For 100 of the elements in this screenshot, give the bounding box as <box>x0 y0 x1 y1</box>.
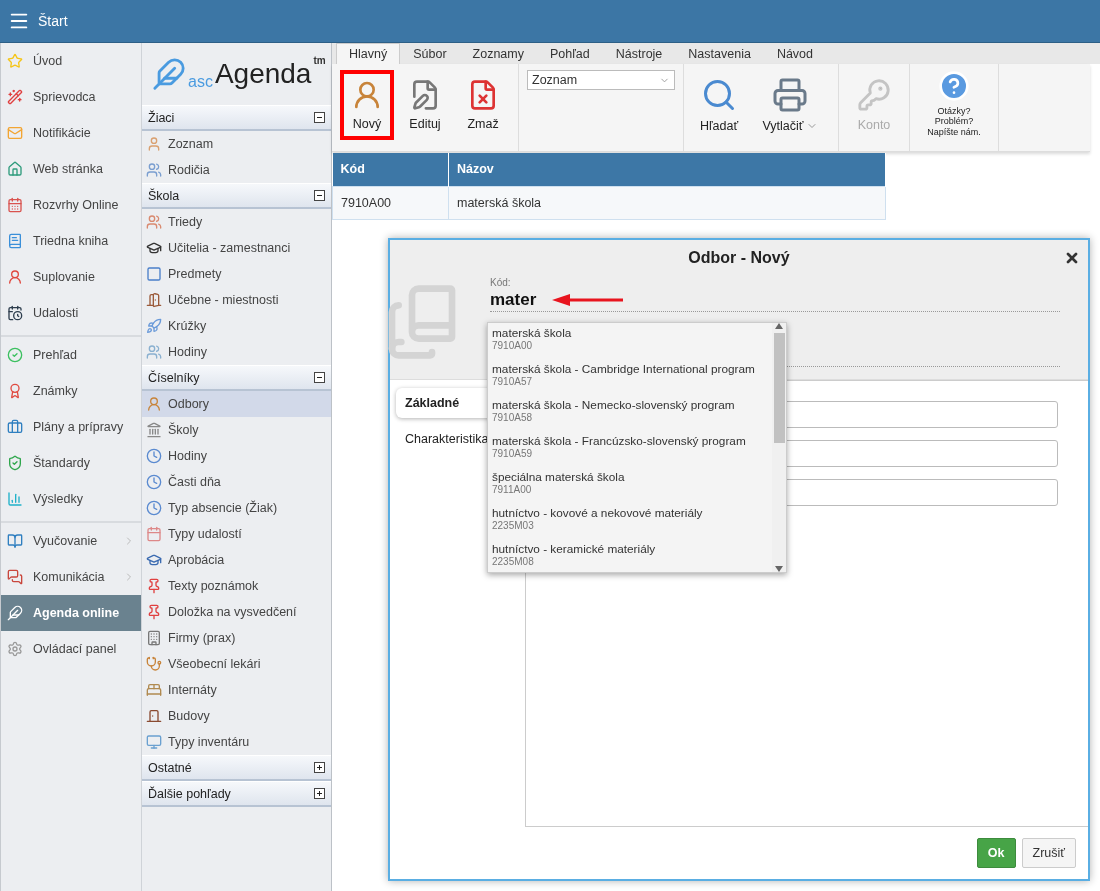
nav-item[interactable]: Udalosti <box>1 295 141 331</box>
sidebar-item[interactable]: Typy udalostí <box>142 521 331 547</box>
toolbar-button[interactable]: Vytlačiť <box>750 70 830 140</box>
nav-item[interactable]: Výsledky <box>1 481 141 517</box>
nav-item[interactable]: Štandardy <box>1 445 141 481</box>
suggestion-item[interactable]: materská škola - Francúzsko-slovenský program 7910A59 <box>488 431 772 467</box>
section-header[interactable]: Žiaci <box>142 105 331 131</box>
toolbar-button[interactable]: Nový <box>340 70 394 140</box>
person-icon <box>146 136 162 152</box>
check-circle-icon <box>7 347 23 363</box>
sidebar-item[interactable]: Zoznam <box>142 131 331 157</box>
nav-item[interactable]: Triedna kniha <box>1 223 141 259</box>
nav-item[interactable]: Ovládací panel <box>1 631 141 667</box>
key-icon <box>857 78 891 112</box>
suggestion-item[interactable]: špeciálna materská škola 7911A00 <box>488 467 772 503</box>
nav-item[interactable]: Suplovanie <box>1 259 141 295</box>
sidebar-item[interactable]: Budovy <box>142 703 331 729</box>
sidebar-item[interactable]: Učitelia - zamestnanci <box>142 235 331 261</box>
nav-item[interactable]: Prehľad <box>1 337 141 373</box>
nav-item[interactable]: Agenda online <box>1 595 141 631</box>
nav-item[interactable]: Sprievodca <box>1 79 141 115</box>
chat-icon <box>7 569 23 585</box>
nav-item[interactable]: Známky <box>1 373 141 409</box>
sidebar-item[interactable]: Odbory <box>142 391 331 417</box>
table-cell: materská škola <box>448 186 886 219</box>
sidebar-item[interactable]: Všeobecní lekári <box>142 651 331 677</box>
sidebar-item[interactable]: Aprobácia <box>142 547 331 573</box>
ribbon-tab[interactable]: Nastavenia <box>675 43 764 64</box>
nav-item[interactable]: Plány a prípravy <box>1 409 141 445</box>
section-header[interactable]: Ďalšie pohľady <box>142 781 331 807</box>
people-icon <box>146 162 162 178</box>
people-icon <box>146 344 162 360</box>
section-header[interactable]: Číselníky <box>142 365 331 391</box>
ribbon-tab[interactable]: Hlavný <box>336 43 401 64</box>
section-header[interactable]: Ostatné <box>142 755 331 781</box>
graduation-cap-icon <box>146 240 162 256</box>
expand-icon[interactable] <box>314 762 325 773</box>
people-icon <box>146 214 162 230</box>
sidebar-item[interactable]: Firmy (prax) <box>142 625 331 651</box>
computer-desk-icon <box>146 734 162 750</box>
ribbon-tab[interactable]: Zoznamy <box>459 43 537 64</box>
ribbon-tab[interactable]: Súbor <box>400 43 460 64</box>
column-header[interactable]: Názov <box>448 153 886 186</box>
sidebar-item[interactable]: Triedy <box>142 209 331 235</box>
sidebar-item[interactable]: Typ absencie (Žiak) <box>142 495 331 521</box>
nav-item[interactable]: Úvod <box>1 43 141 79</box>
sidebar-item[interactable]: Rodičia <box>142 157 331 183</box>
nav-item[interactable]: Vyučovanie <box>1 523 141 559</box>
code-field[interactable]: mater <box>490 288 1060 312</box>
sidebar-item[interactable]: Učebne - miestnosti <box>142 287 331 313</box>
sidebar-item[interactable]: Časti dňa <box>142 469 331 495</box>
expand-icon[interactable] <box>314 788 325 799</box>
nav-item[interactable]: Komunikácia <box>1 559 141 595</box>
award-icon <box>7 383 23 399</box>
clock-icon <box>146 500 162 516</box>
clock-icon <box>146 448 162 464</box>
section-header[interactable]: Škola <box>142 183 331 209</box>
dialog-title: Odbor - Nový <box>687 249 791 267</box>
toolbar-button[interactable]: Hľadať <box>692 70 746 140</box>
suggestion-item[interactable]: hutníctvo - kovové a nekovové materiály 2235M03 <box>488 503 772 539</box>
sidebar-item[interactable]: Krúžky <box>142 313 331 339</box>
suggestion-item[interactable]: hutníctvo - keramické materiály 2235M08 <box>488 539 772 572</box>
column-header[interactable]: Kód <box>332 153 449 186</box>
ribbon-tab[interactable]: Návod <box>763 43 826 64</box>
sidebar-item[interactable]: Školy <box>142 417 331 443</box>
collapse-icon[interactable] <box>314 372 325 383</box>
scroll-up-icon[interactable] <box>775 323 783 329</box>
sidebar-item[interactable]: Texty poznámok <box>142 573 331 599</box>
printer-icon <box>772 77 808 113</box>
calendar-icon <box>146 526 162 542</box>
view-select[interactable]: Zoznam <box>527 70 675 90</box>
settings-icon <box>7 641 23 657</box>
collapse-icon[interactable] <box>314 112 325 123</box>
scrollbar[interactable] <box>772 323 786 572</box>
toolbar-button[interactable]: Zmaž <box>456 70 510 140</box>
toolbar-button[interactable]: Edituj <box>398 70 452 140</box>
help-button[interactable]: Otázky? Problém? Napíšte nám. <box>918 70 990 138</box>
suggestion-item[interactable]: materská škola 7910A00 <box>488 323 772 359</box>
sidebar-item[interactable]: Typy inventáru <box>142 729 331 755</box>
sidebar-item[interactable]: Hodiny <box>142 443 331 469</box>
ribbon-tab[interactable]: Nástroje <box>602 43 676 64</box>
cancel-button[interactable]: Zrušiť <box>1021 838 1076 868</box>
building-icon <box>146 422 162 438</box>
sidebar-item[interactable]: Internáty <box>142 677 331 703</box>
close-icon[interactable] <box>1064 250 1080 266</box>
sidebar-item[interactable]: Hodiny <box>142 339 331 365</box>
collapse-icon[interactable] <box>314 190 325 201</box>
magnifier-icon <box>701 77 737 113</box>
building-icon <box>146 630 162 646</box>
pin-icon <box>146 578 162 594</box>
table-cell: 7910A00 <box>332 186 449 219</box>
sidebar-item[interactable]: Predmety <box>142 261 331 287</box>
page-title: Štart <box>38 13 68 29</box>
ribbon-tab[interactable]: Pohľad <box>537 43 603 64</box>
nav-item[interactable]: Notifikácie <box>1 115 141 151</box>
notebook-icon <box>7 233 23 249</box>
nav-item[interactable]: Rozvrhy Online <box>1 187 141 223</box>
nav-item[interactable]: Web stránka <box>1 151 141 187</box>
sidebar-item[interactable]: Doložka na vysvedčení <box>142 599 331 625</box>
scroll-down-icon[interactable] <box>775 566 783 572</box>
